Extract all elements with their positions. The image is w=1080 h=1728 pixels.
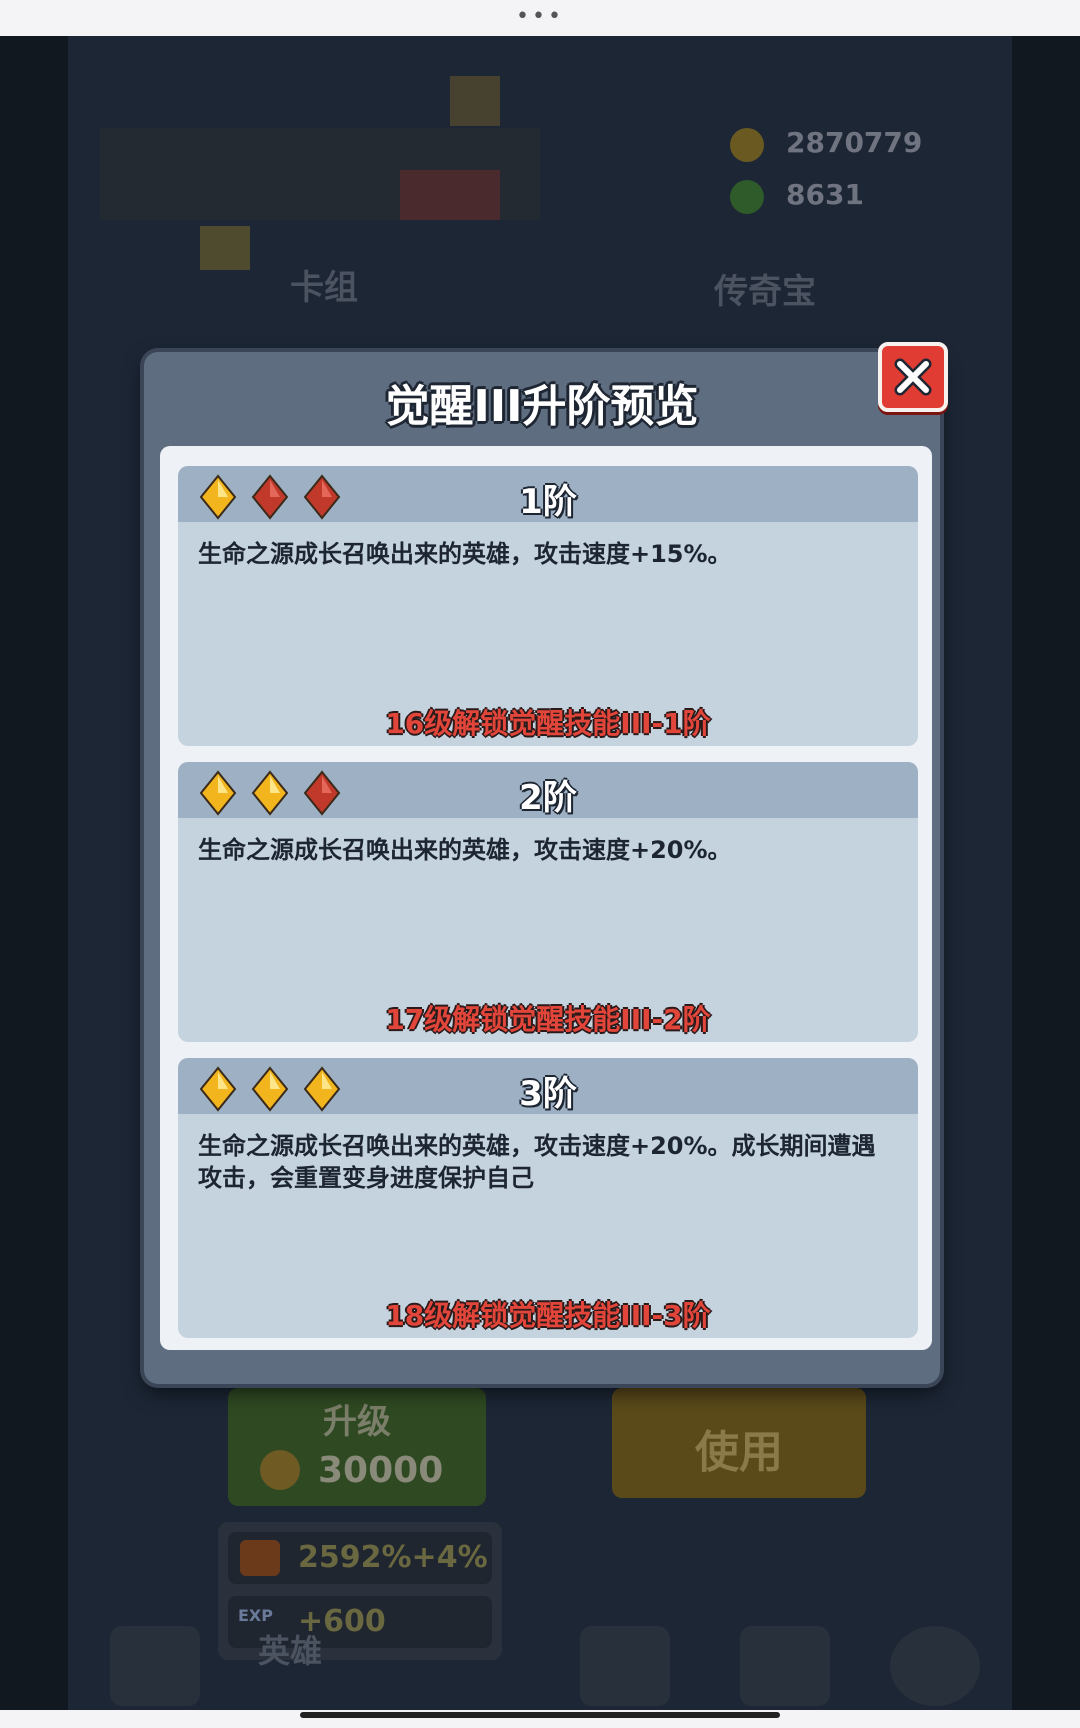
browser-topbar: •••	[0, 0, 1080, 36]
tier-header: 1阶	[178, 466, 918, 522]
upgrade-label: 升级	[323, 1402, 391, 1442]
tier-title: 2阶	[519, 778, 577, 818]
legend-label: 传奇宝	[714, 272, 816, 312]
tier-card: 2阶 生命之源成长召唤出来的英雄，攻击速度+20%。 17级解锁觉醒技能III-…	[178, 762, 918, 1042]
coin-icon	[260, 1450, 300, 1490]
censored-area	[400, 170, 500, 220]
upgrade-cost: 30000	[318, 1450, 444, 1491]
tier-description: 生命之源成长召唤出来的英雄，攻击速度+20%。	[198, 836, 732, 864]
coin-count: 2870779	[786, 126, 923, 159]
more-options-icon[interactable]: •••	[0, 4, 1080, 29]
coin-icon	[730, 128, 764, 162]
gem-count: 8631	[786, 178, 864, 211]
nav-cards[interactable]	[740, 1626, 830, 1706]
tier-title: 3阶	[519, 1074, 577, 1114]
tier-description: 生命之源成长召唤出来的英雄，攻击速度+20%。成长期间遭遇攻击，会重置变身进度保…	[198, 1132, 876, 1192]
tier-header: 3阶	[178, 1058, 918, 1114]
damage-stat-row: 2592%+4%	[228, 1532, 492, 1584]
gem-icon	[730, 180, 764, 214]
nav-shield[interactable]	[580, 1626, 670, 1706]
tier-title: 1阶	[519, 482, 577, 522]
tier-card: 1阶 生命之源成长召唤出来的英雄，攻击速度+15%。 16级解锁觉醒技能III-…	[178, 466, 918, 746]
upgrade-button[interactable]: 升级 30000	[228, 1388, 486, 1506]
close-button[interactable]	[878, 342, 948, 412]
nav-compass-icon[interactable]	[890, 1626, 980, 1706]
use-label: 使用	[695, 1427, 783, 1478]
dialog-title: 觉醒III升阶预览	[385, 381, 699, 432]
tier-unlock-requirement: 16级解锁觉醒技能III-1阶	[385, 707, 711, 740]
tier-description: 生命之源成长召唤出来的英雄，攻击速度+15%。	[198, 540, 732, 568]
censored-area	[450, 76, 500, 126]
close-icon	[894, 358, 932, 396]
nav-hero[interactable]	[110, 1626, 200, 1706]
tier-header: 2阶	[178, 762, 918, 818]
deck-label: 卡组	[290, 268, 358, 308]
tier-unlock-requirement: 18级解锁觉醒技能III-3阶	[385, 1299, 711, 1332]
damage-stat: 2592%+4%	[298, 1540, 488, 1575]
hero-tab-label: 英雄	[258, 1632, 323, 1670]
damage-icon	[240, 1540, 280, 1576]
use-button[interactable]: 使用	[612, 1388, 866, 1498]
tier-unlock-requirement: 17级解锁觉醒技能III-2阶	[385, 1003, 711, 1036]
tier-card: 3阶 生命之源成长召唤出来的英雄，攻击速度+20%。成长期间遭遇攻击，会重置变身…	[178, 1058, 918, 1338]
home-indicator[interactable]	[300, 1712, 780, 1718]
exp-icon: EXP	[238, 1606, 273, 1625]
censored-area	[200, 226, 250, 270]
